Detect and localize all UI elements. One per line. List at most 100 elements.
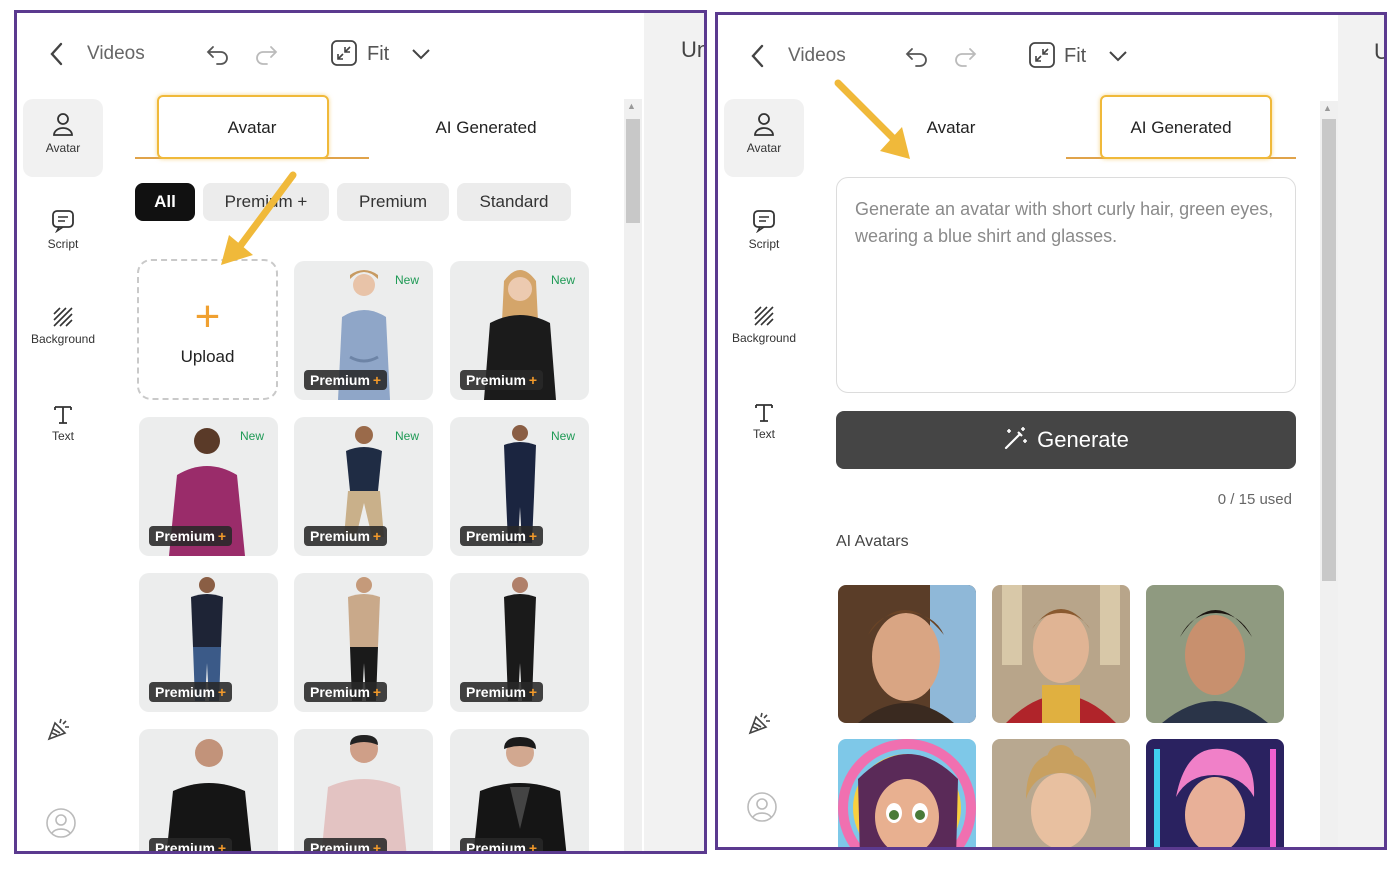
scrollbar[interactable]: ▲ (624, 99, 642, 851)
scroll-up-arrow[interactable]: ▲ (1323, 103, 1332, 113)
avatar-card[interactable]: Premium + (139, 573, 278, 712)
right-editor-panel: Videos Fit Un Avatar Script Background T… (715, 12, 1387, 850)
back-videos-link[interactable]: Videos (788, 45, 846, 67)
ai-avatar-blonde-woman (992, 739, 1130, 847)
premium-plus-badge: Premium + (149, 682, 233, 702)
ai-avatar-card[interactable] (1146, 585, 1284, 723)
sidebar-item-background[interactable]: Background (724, 293, 804, 371)
chip-all[interactable]: All (135, 183, 195, 221)
sidebar-item-script[interactable]: Script (724, 197, 804, 275)
generate-label: Generate (1037, 427, 1129, 452)
premium-plus-badge: Premium + (304, 838, 388, 851)
avatar-man-black-tee (166, 739, 252, 851)
upload-label: Upload (180, 347, 235, 366)
sidebar-item-label: Text (51, 429, 74, 443)
scroll-up-arrow[interactable]: ▲ (627, 101, 636, 111)
back-chevron-icon[interactable] (748, 43, 768, 69)
sidebar-item-background[interactable]: Background (23, 294, 103, 372)
person-icon (754, 113, 774, 136)
avatar-prompt-input[interactable]: Generate an avatar with short curly hair… (836, 177, 1296, 393)
tab-ai-generated[interactable]: AI Generated (369, 99, 603, 157)
ai-avatar-young-man-dark-hair (1146, 585, 1284, 723)
fit-icon[interactable] (330, 39, 358, 67)
generate-button[interactable]: Generate (836, 411, 1296, 469)
avatar-card[interactable]: Premium + (139, 729, 278, 851)
sidebar-item-label: Background (731, 331, 797, 345)
avatar-card[interactable]: Premium + (294, 573, 433, 712)
upload-card[interactable]: + Upload (137, 259, 278, 400)
fit-icon[interactable] (1028, 41, 1056, 69)
sidebar-item-label: Avatar (746, 141, 782, 155)
plus-icon: + (194, 292, 221, 341)
chat-icon (52, 210, 74, 233)
top-toolbar: Videos Fit (718, 15, 1384, 101)
avatar-card[interactable]: New Premium + (450, 417, 589, 556)
premium-plus-badge: Premium + (460, 370, 544, 390)
canvas-area (1338, 15, 1384, 847)
ai-avatar-pink-hair-neon (1146, 739, 1284, 847)
redo-icon[interactable] (253, 41, 279, 67)
scrollbar-thumb[interactable] (626, 119, 640, 223)
premium-plus-badge: Premium + (460, 838, 544, 851)
ai-avatar-card[interactable] (992, 585, 1130, 723)
chevron-down-icon[interactable] (410, 43, 432, 65)
chip-premium[interactable]: Premium (337, 183, 449, 221)
new-label: New (550, 273, 575, 287)
sidebar-item-avatar[interactable]: Avatar (724, 99, 804, 177)
left-editor-panel: Videos Fit Un Avatar Script Background T… (14, 10, 707, 854)
ai-avatar-card[interactable] (838, 585, 976, 723)
user-avatar-icon[interactable] (746, 791, 778, 823)
tool-sidebar: Avatar Script Background Text (17, 95, 105, 851)
highlight-box (1100, 95, 1272, 159)
sidebar-item-label: Script (748, 237, 780, 251)
scrollbar-thumb[interactable] (1322, 119, 1336, 581)
celebrate-icon[interactable] (45, 715, 73, 743)
user-avatar-icon[interactable] (45, 807, 77, 839)
top-toolbar: Videos Fit (17, 13, 704, 99)
chat-icon (753, 210, 775, 233)
sidebar-item-label: Avatar (45, 141, 81, 155)
new-label: New (394, 429, 419, 443)
sidebar-item-label: Background (30, 332, 96, 346)
scrollbar[interactable]: ▲ (1320, 101, 1338, 847)
hatch-icon (53, 307, 73, 327)
ai-avatar-cartoon-girl (838, 739, 976, 847)
magic-wand-icon (1005, 427, 1028, 450)
ai-avatar-card[interactable] (1146, 739, 1284, 847)
avatar-man-black-blazer (473, 737, 567, 851)
fit-label[interactable]: Fit (367, 43, 389, 66)
avatar-card[interactable]: New Premium + (450, 261, 589, 400)
ai-avatar-card[interactable] (992, 739, 1130, 847)
text-icon (54, 406, 72, 424)
premium-plus-badge: Premium + (304, 682, 388, 702)
sidebar-item-text[interactable]: Text (23, 391, 103, 469)
project-title-truncated: Un (681, 37, 707, 62)
undo-icon[interactable] (205, 41, 231, 67)
premium-plus-badge: Premium + (149, 838, 233, 851)
undo-icon[interactable] (904, 43, 930, 69)
back-videos-link[interactable]: Videos (87, 43, 145, 65)
callout-arrow (221, 171, 297, 265)
avatar-card[interactable]: Premium + (450, 729, 589, 851)
chevron-down-icon[interactable] (1107, 45, 1129, 67)
sidebar-item-avatar[interactable]: Avatar (23, 99, 103, 177)
sidebar-item-label: Text (752, 427, 775, 441)
fit-label[interactable]: Fit (1064, 45, 1086, 68)
back-chevron-icon[interactable] (47, 41, 67, 67)
sidebar-item-script[interactable]: Script (23, 197, 103, 275)
avatar-card[interactable]: New Premium + (139, 417, 278, 556)
ai-avatar-card[interactable] (838, 739, 976, 847)
text-icon (755, 404, 773, 422)
sidebar-item-text[interactable]: Text (724, 389, 804, 467)
avatar-card[interactable]: Premium + (294, 729, 433, 851)
avatar-card[interactable]: New Premium + (294, 417, 433, 556)
celebrate-icon[interactable] (746, 709, 774, 737)
avatar-card[interactable]: New Premium + (294, 261, 433, 400)
avatar-man-pink-shirt (321, 735, 407, 851)
redo-icon[interactable] (952, 43, 978, 69)
premium-plus-badge: Premium + (304, 526, 388, 546)
ai-avatar-young-man-window (838, 585, 976, 723)
avatar-card[interactable]: Premium + (450, 573, 589, 712)
new-label: New (550, 429, 575, 443)
chip-standard[interactable]: Standard (457, 183, 571, 221)
